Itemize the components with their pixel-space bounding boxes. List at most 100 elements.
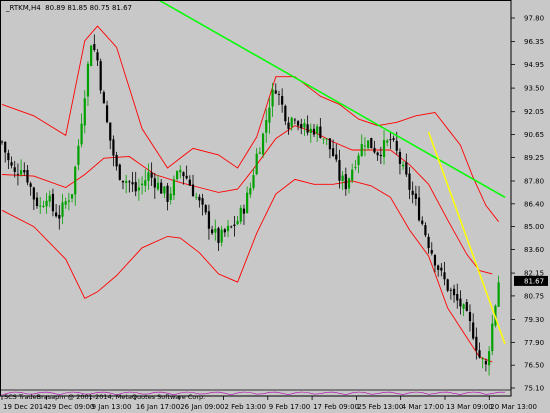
candle-body [468, 311, 472, 322]
candle-body [147, 172, 150, 181]
x-tick-label: 9 Jan 13:00 [92, 403, 132, 411]
candle-body [389, 139, 392, 141]
candle-body [35, 197, 39, 207]
candle-body [478, 350, 481, 358]
candle-body [13, 167, 16, 172]
candle-body [427, 236, 430, 249]
candle-body [472, 322, 475, 339]
current-price-label: 81.67 [524, 277, 544, 285]
symbol-label: _RTKM,H4 80.89 81.85 80.75 81.67 [6, 4, 132, 12]
candle-body [121, 180, 125, 183]
candle-body [491, 323, 494, 352]
x-tick-label: 19 Dec 2014 [3, 403, 48, 411]
candle-body [446, 279, 449, 291]
candle-body [252, 174, 255, 188]
candle-body [29, 183, 32, 187]
candle-body [465, 302, 468, 311]
candle-body [115, 154, 118, 167]
candle-body [440, 267, 443, 271]
x-tick-label: 2 Feb 13:00 [224, 403, 265, 411]
candle-body [456, 293, 459, 301]
candle-body [10, 162, 13, 166]
candle-body [26, 170, 29, 183]
y-tick-label: 92.05 [524, 108, 544, 116]
candle-body [242, 208, 246, 214]
candle-body [99, 61, 102, 91]
candle-body [271, 89, 274, 107]
y-tick-label: 86.40 [524, 200, 544, 208]
candle-body [90, 45, 93, 66]
candle-body [175, 171, 179, 180]
candle-body [23, 170, 26, 173]
y-tick-label: 76.50 [524, 362, 544, 370]
candle-body [376, 152, 379, 156]
candle-body [459, 298, 462, 307]
candle-body [411, 190, 414, 195]
candle-body [64, 201, 67, 205]
candle-body [424, 225, 427, 236]
candle-body [382, 140, 386, 158]
candle-body [207, 211, 211, 229]
candle-body [169, 193, 172, 200]
candle-body [80, 123, 83, 145]
candle-body [7, 152, 10, 161]
x-tick-label: 25 Feb 13:00 [357, 403, 403, 411]
y-tick-label: 94.95 [524, 61, 544, 69]
candle-body [182, 172, 185, 177]
candle-body [398, 151, 402, 164]
candle-body [217, 228, 220, 243]
candle-body [316, 126, 319, 134]
candle-body [128, 181, 131, 183]
candle-body [370, 137, 373, 149]
candle-body [109, 122, 112, 141]
candle-body [118, 164, 121, 180]
chart-window[interactable]: 97.80 96.35 94.95 93.50 92.05 90.65 89.25 87.80… [0, 0, 550, 413]
price-chart[interactable]: 97.80 96.35 94.95 93.50 92.05 90.65 89.25 87.80… [0, 0, 550, 413]
candle-body [32, 187, 35, 200]
candle-body [86, 63, 90, 97]
candle-body [58, 214, 61, 219]
candle-body [42, 205, 45, 207]
candle-body [484, 360, 487, 365]
candle-body [61, 202, 64, 217]
candle-body [39, 205, 42, 207]
candle-body [67, 200, 70, 202]
candle-body [430, 250, 433, 254]
y-tick-label: 80.75 [524, 292, 544, 300]
candle-body [55, 212, 58, 217]
candle-body [341, 175, 344, 182]
candle-body [160, 182, 163, 194]
candle-body [347, 178, 351, 189]
candle-body [83, 98, 86, 126]
candle-body [335, 154, 338, 160]
candle-body [70, 194, 74, 199]
candle-body [328, 138, 332, 150]
candle-body [421, 220, 424, 224]
candle-body [134, 182, 137, 192]
candle-body [112, 139, 115, 156]
candle-body [367, 140, 370, 149]
candle-body [96, 52, 99, 61]
candle-body [77, 145, 80, 165]
candle-body [363, 145, 367, 147]
candle-body [93, 44, 96, 51]
candle-body [144, 180, 147, 186]
candle-body [402, 164, 405, 167]
candle-body [236, 220, 239, 225]
candle-body [300, 124, 303, 129]
candle-body [185, 175, 188, 179]
candle-body [449, 289, 452, 291]
candle-body [20, 170, 23, 175]
candle-body [392, 138, 395, 140]
candle-body [48, 195, 51, 202]
candle-body [481, 358, 484, 360]
candle-body [452, 288, 456, 296]
candle-body [16, 174, 20, 175]
candle-body [281, 96, 284, 105]
candle-body [226, 225, 230, 232]
candle-body [214, 228, 217, 233]
candle-body [230, 226, 233, 228]
candle-body [497, 282, 500, 307]
candle-body [204, 205, 207, 213]
ohlc-values: 80.89 81.85 80.75 81.67 [45, 4, 132, 12]
